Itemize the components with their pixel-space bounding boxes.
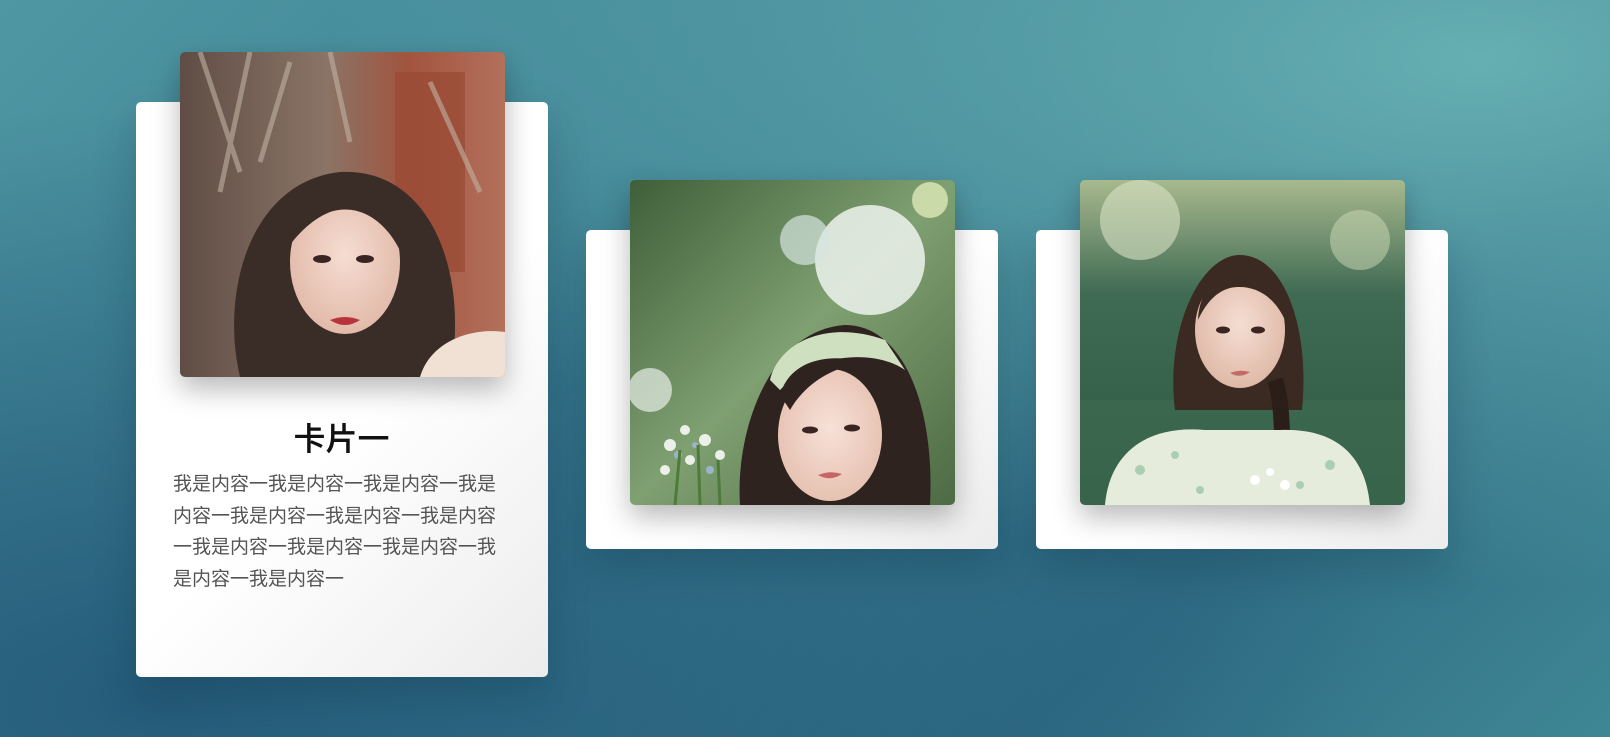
card-2[interactable] (586, 180, 998, 549)
card-1-body: 我是内容一我是内容一我是内容一我是内容一我是内容一我是内容一我是内容一我是内容一… (173, 473, 497, 590)
card-2-image (630, 180, 955, 505)
card-1-title: 卡片一 (294, 422, 390, 458)
card-3-image (1080, 180, 1405, 505)
card-3[interactable] (1036, 180, 1448, 549)
card-1-image (180, 52, 505, 377)
card-1[interactable]: 卡片一 我是内容一我是内容一我是内容一我是内容一我是内容一我是内容一我是内容一我… (136, 52, 548, 677)
